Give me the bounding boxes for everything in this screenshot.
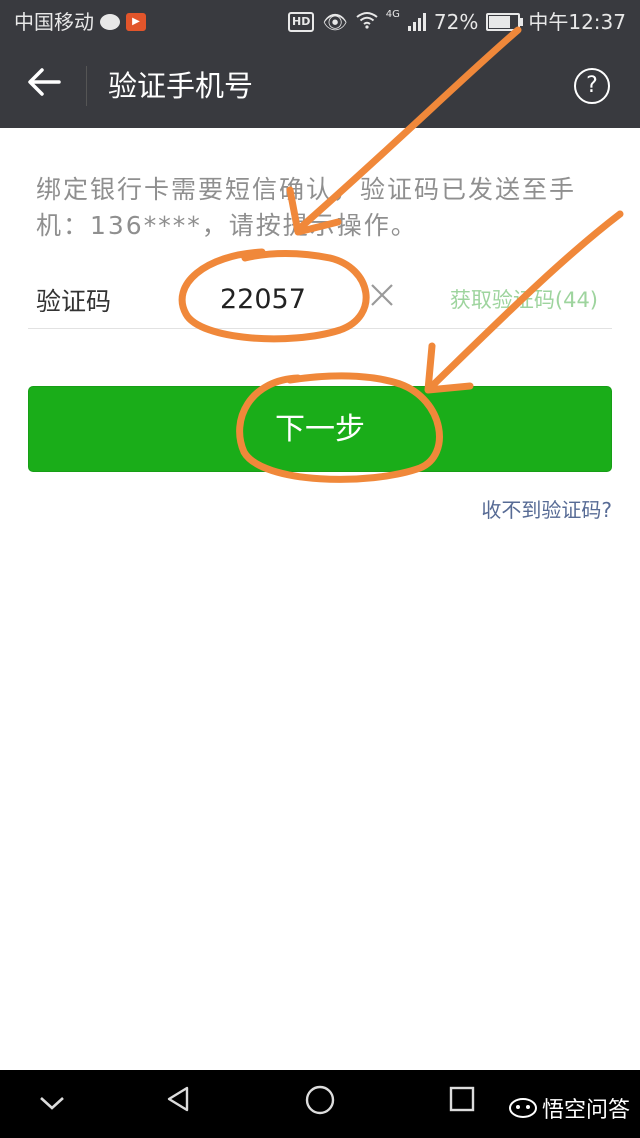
square-recent-icon bbox=[449, 1086, 475, 1112]
resend-code-button[interactable]: 获取验证码(44) bbox=[450, 284, 598, 314]
wifi-icon bbox=[356, 8, 378, 36]
annotation-overlay bbox=[178, 26, 624, 483]
annotation-arrowhead-button bbox=[424, 342, 474, 394]
page-title: 验证手机号 bbox=[108, 69, 254, 103]
verification-code-row: 验证码 获取验证码(44) bbox=[28, 270, 612, 329]
battery-fill bbox=[489, 16, 510, 28]
system-back-button[interactable] bbox=[158, 1084, 198, 1124]
status-right: HD 👁 4G 72% 中午12:37 bbox=[288, 8, 626, 36]
carrier-name: 中国移动 bbox=[14, 10, 94, 34]
sms-hint-text: 绑定银行卡需要短信确认，验证码已发送至手机：136****，请按提示操作。 bbox=[36, 175, 577, 240]
eye-icon: 👁 bbox=[322, 10, 348, 34]
carrier-group: 中国移动 ▶ bbox=[14, 8, 146, 36]
chevron-down-icon bbox=[40, 1097, 64, 1110]
arrow-left-icon bbox=[28, 68, 61, 96]
signal-icon bbox=[407, 13, 426, 31]
wukong-logo-icon bbox=[508, 1098, 537, 1118]
header-divider bbox=[86, 66, 87, 106]
battery-percent: 72% bbox=[433, 10, 479, 34]
message-bubble-icon bbox=[100, 14, 120, 30]
code-label: 验证码 bbox=[36, 287, 112, 316]
next-step-button[interactable]: 下一步 bbox=[28, 386, 612, 472]
watermark-text: 悟空问答 bbox=[541, 1098, 630, 1123]
clear-input-button[interactable] bbox=[366, 280, 398, 314]
triangle-back-icon bbox=[167, 1086, 189, 1112]
system-recent-button[interactable] bbox=[442, 1084, 482, 1124]
no-code-link[interactable]: 收不到验证码? bbox=[481, 494, 612, 523]
system-home-button[interactable] bbox=[300, 1084, 340, 1124]
watermark: 悟空问答 bbox=[508, 1092, 630, 1124]
circle-home-icon bbox=[305, 1085, 335, 1115]
wechat-verify-phone-screen: 中国移动 ▶ HD 👁 4G 72% 中午12:37 验证手机号 ? 绑定银行卡… bbox=[0, 0, 640, 1138]
video-app-icon: ▶ bbox=[126, 13, 146, 31]
header-bar: 验证手机号 ? bbox=[0, 44, 640, 128]
status-bar: 中国移动 ▶ HD 👁 4G 72% 中午12:37 bbox=[0, 0, 640, 44]
battery-icon bbox=[486, 13, 524, 31]
network-type: 4G bbox=[385, 9, 400, 20]
question-circle-icon: ? bbox=[586, 73, 598, 98]
system-nav-bar: 悟空问答 bbox=[0, 1070, 640, 1138]
collapse-button[interactable] bbox=[32, 1084, 72, 1124]
back-button[interactable] bbox=[22, 64, 66, 108]
close-icon bbox=[371, 284, 393, 306]
help-button[interactable]: ? bbox=[574, 68, 610, 104]
clock: 中午12:37 bbox=[528, 10, 626, 34]
hd-badge: HD bbox=[288, 12, 315, 32]
verification-code-input[interactable] bbox=[218, 278, 372, 320]
